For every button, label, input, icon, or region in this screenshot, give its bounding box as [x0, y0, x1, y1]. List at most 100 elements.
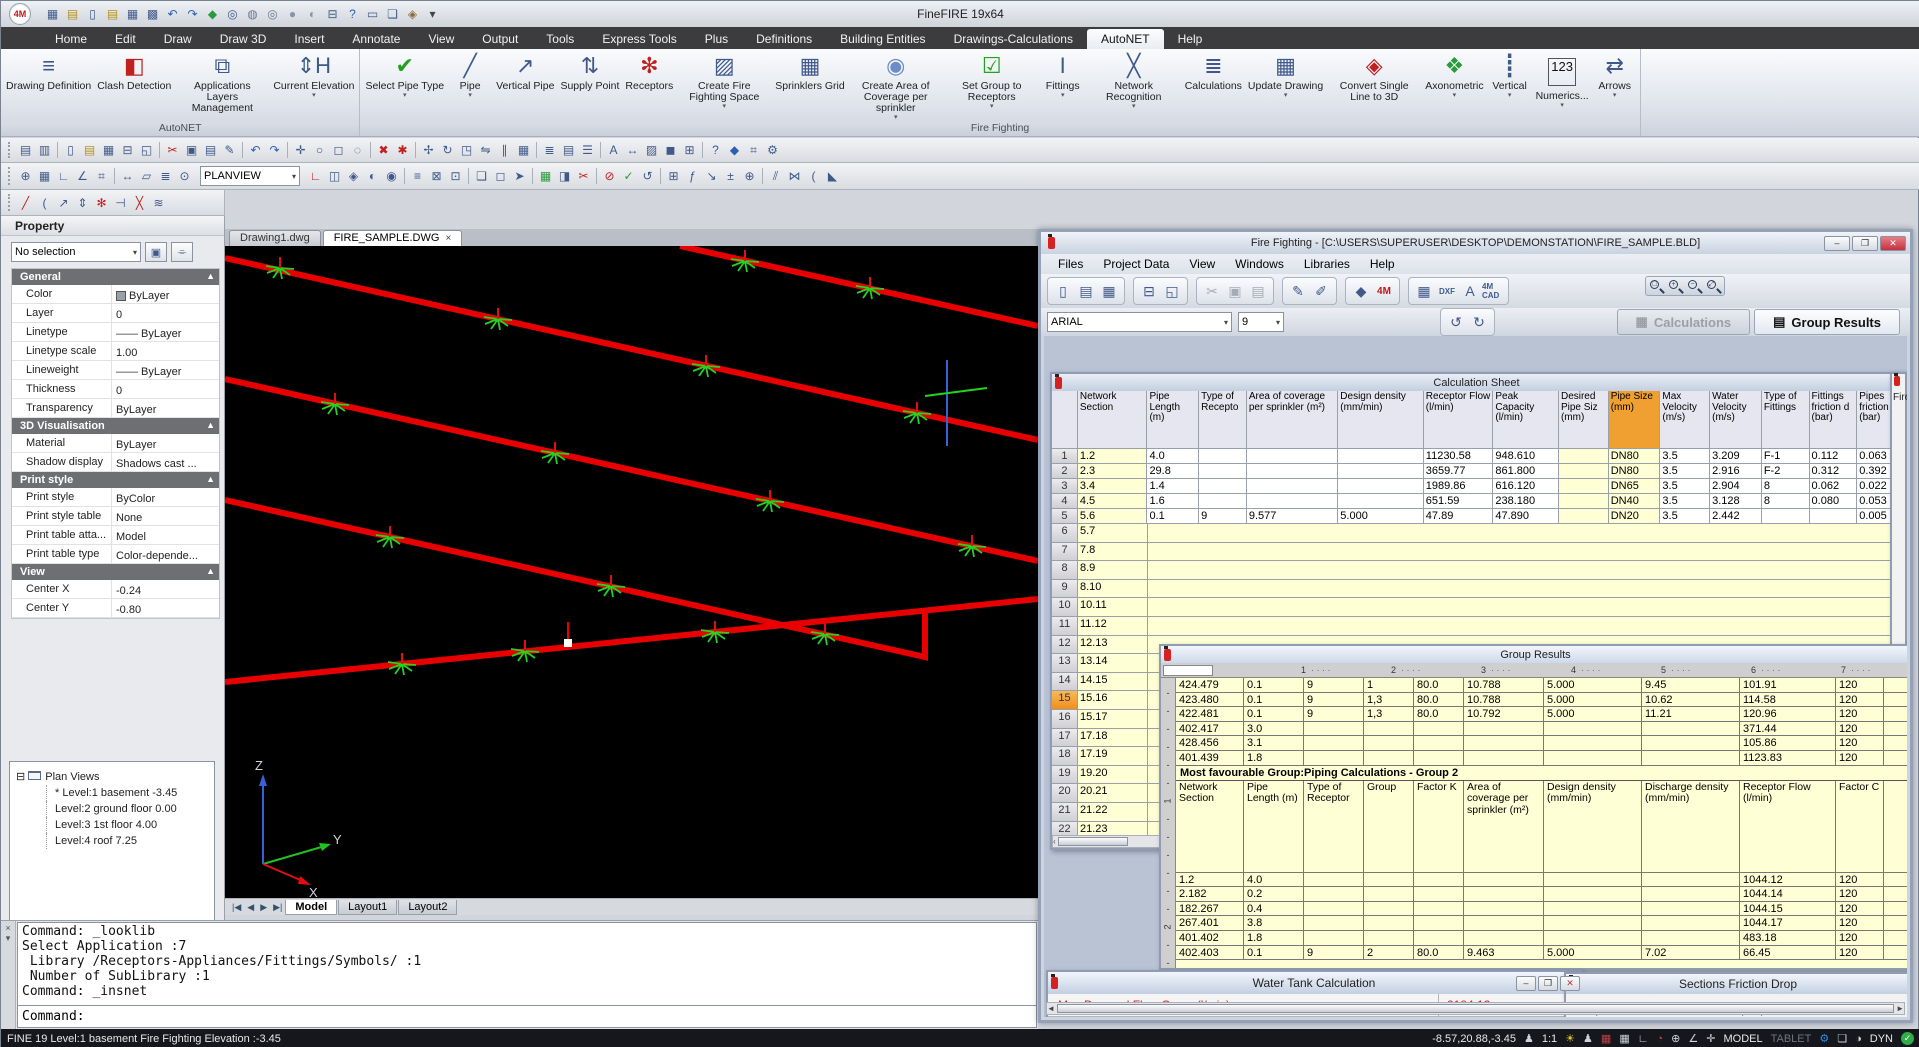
tb2-area-icon[interactable]: ▱ [137, 167, 156, 185]
tb2-polar-icon[interactable]: ∠ [73, 167, 92, 185]
tab-group-results[interactable]: ▤ Group Results [1754, 309, 1900, 335]
tb2-group-icon[interactable]: ❏ [472, 167, 491, 185]
tb3-fire-pipe-icon[interactable]: ╱ [16, 194, 35, 212]
menu-tab-building-entities[interactable]: Building Entities [826, 29, 939, 49]
tb1-insert-block-icon[interactable]: ⊞ [680, 141, 699, 159]
sprinkler-symbols[interactable] [266, 250, 986, 675]
property-value[interactable]: ByLayer [112, 434, 219, 452]
calc-col-header[interactable]: Peak Capacity (l/min) [1493, 391, 1559, 449]
tb1-paste-icon[interactable]: ▤ [201, 141, 220, 159]
property-section-view[interactable]: View▲ [12, 564, 219, 580]
qat-help-icon[interactable]: ? [343, 5, 362, 23]
fire-menu-windows[interactable]: Windows [1226, 255, 1293, 273]
calc-row-header[interactable]: 2 [1052, 464, 1078, 479]
calc-row-header[interactable]: 21 [1052, 803, 1078, 822]
zoom-in-icon[interactable]: + [1667, 278, 1684, 294]
tb2-lineweight-icon[interactable]: ≡ [408, 167, 427, 185]
fire-toolbar-paste-icon[interactable]: ▤ [1247, 280, 1269, 302]
font-size-select[interactable]: 9▾ [1238, 312, 1284, 332]
tb1-array-icon[interactable]: ▦ [514, 141, 533, 159]
layout-tab-layout2[interactable]: Layout2 [398, 900, 457, 915]
calc-row-header[interactable]: 13 [1052, 654, 1078, 673]
tree-item-level-4[interactable]: Level:4 roof 7.25 [46, 833, 212, 849]
property-section-3d-visualisation[interactable]: 3D Visualisation▲ [12, 418, 219, 434]
ribbon-button-create-area-of-coverage[interactable]: ◉Create Area of Coverage per sprinkler▾ [848, 52, 944, 122]
tb1-rotate-icon[interactable]: ↻ [438, 141, 457, 159]
tb3-fire-fitting-icon[interactable]: ⊣ [111, 194, 130, 212]
tb3-fire-grid-icon[interactable]: ≋ [149, 194, 168, 212]
fire-menu-view[interactable]: View [1180, 255, 1224, 273]
fire-toolbar-dxf-icon[interactable]: DXF [1436, 280, 1458, 302]
property-value[interactable]: Shadows cast ... [112, 453, 219, 471]
ribbon-button-receptors[interactable]: ✻Receptors [622, 52, 676, 93]
ribbon-button-axonometric[interactable]: ❖Axonometric▾ [1422, 52, 1486, 100]
selection-dropdown[interactable]: No selection ▾ [11, 242, 141, 262]
ribbon-button-arrows[interactable]: ⇄Arrows▾ [1592, 52, 1638, 100]
calc-row-header[interactable]: 6 [1052, 524, 1078, 543]
menu-tab-insert[interactable]: Insert [280, 29, 338, 49]
calc-col-header[interactable]: Network Section [1078, 391, 1148, 449]
otrack-icon[interactable]: ∠ [1688, 1032, 1698, 1045]
drawing-tab-drawing1-dwg[interactable]: Drawing1.dwg [229, 230, 321, 246]
fire-window-title-bar[interactable]: Fire Fighting - [C:\USERS\SUPERUSER\DESK… [1041, 232, 1910, 254]
qat-window-copy-icon[interactable]: ❏ [383, 5, 402, 23]
tb3-fire-sprinkler-icon[interactable]: ✻ [92, 194, 111, 212]
qat-zoom-icon[interactable]: ◎ [223, 5, 242, 23]
tb1-redo-icon[interactable]: ↷ [265, 141, 284, 159]
calc-row-header[interactable]: 22 [1052, 822, 1078, 836]
undo-icon[interactable]: ↺ [1445, 311, 1467, 333]
tb1-offset-icon[interactable]: ∥ [495, 141, 514, 159]
tb2-fillet-icon[interactable]: ( [804, 167, 823, 185]
property-value[interactable]: Model [112, 526, 219, 544]
tb2-tolerance-icon[interactable]: ± [721, 167, 740, 185]
calc-col-header[interactable]: Type of Recepto [1199, 391, 1247, 449]
tb1-layer-states-icon[interactable]: ▤ [559, 141, 578, 159]
calc-col-header[interactable]: Pipe Length (m) [1147, 391, 1199, 449]
menu-tab-autonet[interactable]: AutoNET [1087, 29, 1164, 49]
ribbon-button-clash-detection[interactable]: ◧Clash Detection [94, 52, 174, 93]
menu-tab-help[interactable]: Help [1164, 29, 1217, 49]
dyn-toggle[interactable]: DYN [1870, 1033, 1893, 1045]
tablet-toggle[interactable]: TABLET [1771, 1033, 1812, 1045]
property-value[interactable]: ——ByLayer [112, 361, 219, 379]
menu-tab-plus[interactable]: Plus [691, 29, 742, 49]
tree-item-level-3[interactable]: Level:3 1st floor 4.00 [46, 817, 212, 833]
menu-tab-output[interactable]: Output [468, 29, 532, 49]
tb1-undo-icon[interactable]: ↶ [246, 141, 265, 159]
ribbon-button-calculations[interactable]: ≣Calculations [1182, 52, 1245, 93]
ribbon-button-update-drawing[interactable]: ▦Update Drawing▾ [1245, 52, 1326, 100]
polar-tracking-icon[interactable]: ◔ [1657, 1033, 1664, 1045]
menu-tab-home[interactable]: Home [41, 29, 101, 49]
tab-calculations[interactable]: ▦ Calculations [1617, 309, 1751, 335]
menu-tab-draw-3d[interactable]: Draw 3D [206, 29, 281, 49]
tb1-calculator-icon[interactable]: ⌗ [744, 141, 763, 159]
maximize-button[interactable]: ❐ [1852, 236, 1878, 251]
menu-tab-edit[interactable]: Edit [101, 29, 150, 49]
tb2-table-icon[interactable]: ⊞ [664, 167, 683, 185]
property-value[interactable]: -0.24 [112, 580, 219, 598]
calc-col-header[interactable]: Receptor Flow (l/min) [1424, 391, 1494, 449]
property-value[interactable]: ByColor [112, 488, 219, 506]
fire-toolbar-cut-icon[interactable]: ✂ [1201, 280, 1223, 302]
tree-item-level-2[interactable]: Level:2 ground floor 0.00 [46, 801, 212, 817]
calc-row-header[interactable]: 15 [1052, 691, 1078, 710]
tb2-raster-icon[interactable]: ▦ [536, 167, 555, 185]
minimize-button[interactable]: – [1516, 976, 1536, 991]
qat-window-tile-icon[interactable]: ▭ [363, 5, 382, 23]
tb2-ortho-icon[interactable]: ∟ [54, 167, 73, 185]
calc-row-header[interactable]: 14 [1052, 673, 1078, 692]
zoom-out-icon[interactable]: − [1686, 278, 1703, 294]
tb1-zoom-realtime-icon[interactable]: ○ [310, 141, 329, 159]
qat-bld-open-icon[interactable]: ▤ [63, 5, 82, 23]
mdi-hscrollbar[interactable]: ◄► [1046, 1002, 1905, 1015]
ribbon-button-pipe[interactable]: ╱Pipe▾ [447, 52, 493, 100]
tb3-fire-delete-net-icon[interactable]: ╳ [130, 194, 149, 212]
friction-drop-title-bar[interactable]: Sections Friction Drop [1566, 974, 1907, 994]
redo-icon[interactable]: ↻ [1468, 311, 1490, 333]
ribbon-button-supply-point[interactable]: ⇅Supply Point [557, 52, 622, 93]
close-button[interactable]: ✕ [1880, 236, 1906, 251]
tb2-lock-icon[interactable]: ⊠ [427, 167, 446, 185]
water-tank-title-bar[interactable]: Water Tank Calculation – ❐ ✕ [1048, 972, 1580, 994]
ribbon-button-drawing-definition[interactable]: ≡Drawing Definition [3, 52, 94, 93]
calc-col-header[interactable]: Fittings friction d (bar) [1810, 391, 1858, 449]
